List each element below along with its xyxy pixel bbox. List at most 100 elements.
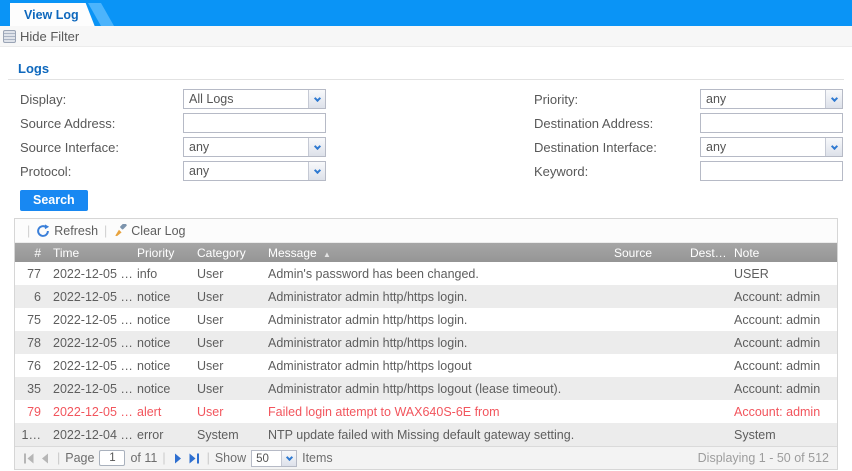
protocol-select[interactable]: any [183,161,326,181]
tab-bar: View Log [0,0,852,26]
chevron-down-icon[interactable] [308,162,325,180]
cell-time: 2022-12-05 … [49,382,133,396]
cell-num: 77 [15,267,49,281]
show-label: Show [215,451,246,465]
table-row[interactable]: 75 2022-12-05 … notice User Administrato… [15,308,837,331]
table-row[interactable]: 6 2022-12-05 … notice User Administrator… [15,285,837,308]
brush-icon [113,224,127,238]
destination-address-input[interactable] [700,113,843,133]
tab-view-log[interactable]: View Log [10,3,95,26]
cell-priority: notice [133,313,193,327]
log-table-header: # Time Priority Category Message ▲ Sourc… [15,243,837,262]
cell-note: Account: admin [727,359,837,373]
page-size-select[interactable]: 50 [251,450,297,467]
log-table-toolbar: | Refresh | Clear Log [15,219,837,243]
cell-message: NTP update failed with Missing default g… [264,428,607,442]
cell-message: Administrator admin http/https login. [264,336,607,350]
hide-filter-icon [3,30,16,43]
table-row[interactable]: 78 2022-12-05 … notice User Administrato… [15,331,837,354]
pagination-bar: | Page of 11 | | Show 50 Items Displayin… [15,446,837,469]
cell-note: Account: admin [727,382,837,396]
items-label: Items [302,451,333,465]
cell-note: Account: admin [727,405,837,419]
cell-priority: notice [133,382,193,396]
col-header-priority[interactable]: Priority [133,246,193,260]
display-label: Display: [20,92,183,107]
cell-message: Administrator admin http/https logout (l… [264,382,607,396]
hide-filter-button[interactable]: Hide Filter [20,29,79,44]
priority-select[interactable]: any [700,89,843,109]
destination-interface-select[interactable]: any [700,137,843,157]
keyword-input[interactable] [700,161,843,181]
logs-section-title: Logs [18,61,852,76]
page-label: Page [65,451,94,465]
cell-message: Administrator admin http/https login. [264,290,607,304]
page-number-input[interactable] [99,450,125,466]
source-interface-select[interactable]: any [183,137,326,157]
chevron-down-icon[interactable] [308,138,325,156]
first-page-button[interactable] [23,453,35,464]
col-header-num[interactable]: # [15,246,49,260]
cell-message: Administrator admin http/https login. [264,313,607,327]
cell-note: Account: admin [727,336,837,350]
display-select[interactable]: All Logs [183,89,326,109]
cell-category: User [193,405,264,419]
chevron-down-icon[interactable] [281,451,296,466]
section-divider [8,79,844,80]
cell-note: Account: admin [727,290,837,304]
page-count-label: of 11 [130,451,157,465]
table-row[interactable]: 79 2022-12-05 … alert User Failed login … [15,400,837,423]
source-address-input[interactable] [183,113,326,133]
cell-num: 75 [15,313,49,327]
col-header-time[interactable]: Time [49,246,133,260]
cell-note: Account: admin [727,313,837,327]
displaying-status: Displaying 1 - 50 of 512 [698,451,829,465]
cell-category: User [193,290,264,304]
tab-label: View Log [24,8,79,22]
destination-address-label: Destination Address: [534,116,700,131]
table-row[interactable]: 35 2022-12-05 … notice User Administrato… [15,377,837,400]
cell-category: User [193,313,264,327]
prev-page-button[interactable] [39,453,50,464]
cell-note: System [727,428,837,442]
chevron-down-icon[interactable] [825,90,842,108]
cell-category: User [193,359,264,373]
table-row[interactable]: 1… 2022-12-04 … error System NTP update … [15,423,837,446]
sort-ascending-icon: ▲ [323,250,331,259]
cell-time: 2022-12-05 … [49,267,133,281]
log-table-body: 77 2022-12-05 … info User Admin's passwo… [15,262,837,446]
cell-time: 2022-12-05 … [49,336,133,350]
cell-num: 78 [15,336,49,350]
cell-time: 2022-12-05 … [49,290,133,304]
cell-priority: notice [133,359,193,373]
cell-message: Failed login attempt to WAX640S-6E from [264,405,607,419]
cell-category: User [193,336,264,350]
cell-time: 2022-12-05 … [49,359,133,373]
table-row[interactable]: 77 2022-12-05 … info User Admin's passwo… [15,262,837,285]
refresh-button[interactable]: Refresh [36,224,98,238]
cell-time: 2022-12-05 … [49,313,133,327]
cell-num: 1… [15,428,49,442]
col-header-message[interactable]: Message ▲ [264,246,607,260]
cell-num: 76 [15,359,49,373]
cell-priority: info [133,267,193,281]
col-header-category[interactable]: Category [193,246,264,260]
last-page-button[interactable] [188,453,200,464]
filter-toggle-bar: Hide Filter [0,26,852,47]
chevron-down-icon[interactable] [825,138,842,156]
keyword-label: Keyword: [534,164,700,179]
table-row[interactable]: 76 2022-12-05 … notice User Administrato… [15,354,837,377]
col-header-note[interactable]: Note [727,246,837,260]
cell-time: 2022-12-05 … [49,405,133,419]
cell-category: System [193,428,264,442]
col-header-source[interactable]: Source [607,246,683,260]
cell-note: USER [727,267,837,281]
col-header-dest[interactable]: Dest… [683,246,727,260]
clear-log-button[interactable]: Clear Log [113,224,185,238]
search-button[interactable]: Search [20,190,88,211]
chevron-down-icon[interactable] [308,90,325,108]
source-interface-label: Source Interface: [20,140,183,155]
next-page-button[interactable] [173,453,184,464]
cell-num: 6 [15,290,49,304]
refresh-icon [36,224,50,238]
